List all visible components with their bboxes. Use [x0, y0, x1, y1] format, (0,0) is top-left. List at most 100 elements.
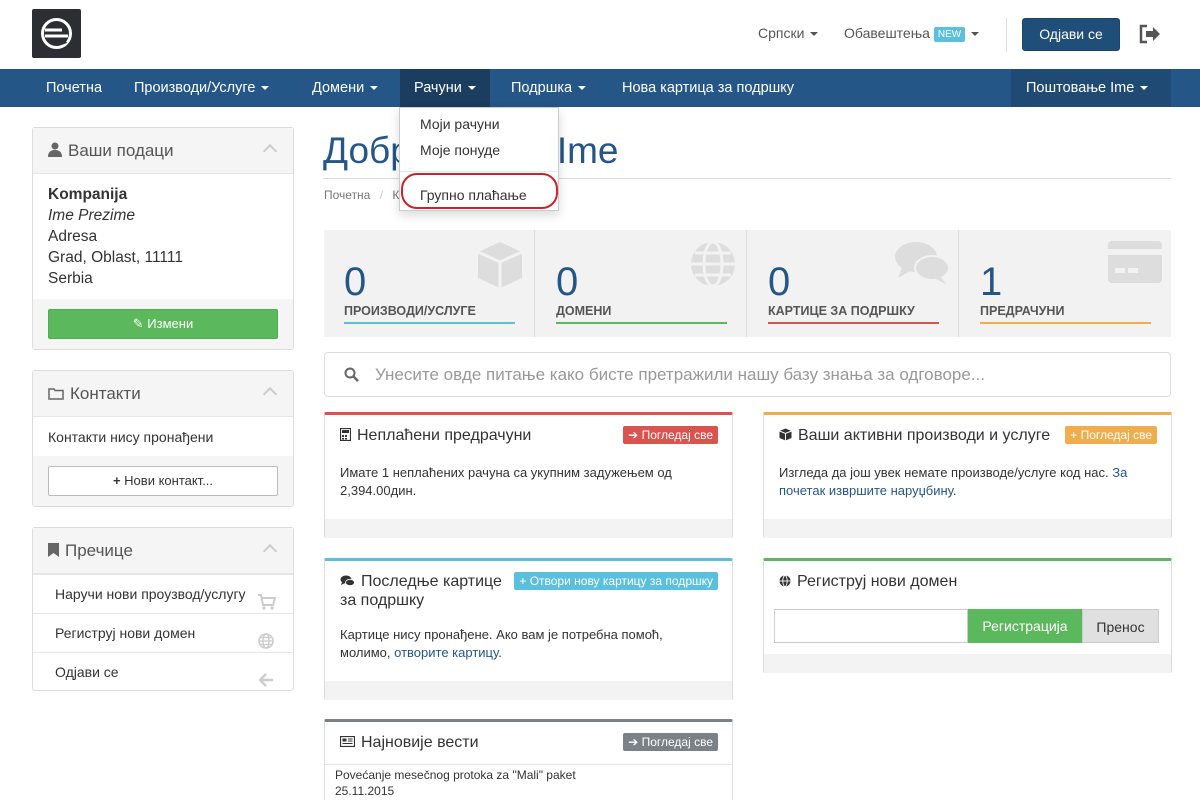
domain-transfer-button[interactable]: Пренос [1082, 609, 1159, 643]
domain-register-button[interactable]: Регистрација [968, 609, 1082, 643]
notifications-menu[interactable]: Обавештења NEW [844, 25, 980, 42]
stat-tickets-label: КАРТИЦЕ ЗА ПОДРШКУ [768, 304, 915, 318]
chevron-down-icon [1140, 86, 1149, 91]
stat-domains-count: 0 [556, 260, 579, 304]
open-ticket-label: Отвори нову картицу за подршку [529, 574, 713, 588]
sign-out-icon[interactable] [1139, 24, 1161, 44]
language-label: Српски [758, 25, 805, 41]
news-item-title[interactable]: Povećanje mesečnog protoka za "Mali" pak… [335, 768, 576, 782]
your-details-panel: Ваши подаци Kompanija Ime Prezime Adresa… [32, 127, 294, 350]
stats-bar: 0 ПРОИЗВОДИ/УСЛУГЕ 0 ДОМЕНИ 0 КАРТИЦЕ ЗА… [324, 230, 1171, 337]
news-item-date: 25.11.2015 [335, 784, 395, 798]
nav-products-label: Производи/Услуге [134, 80, 256, 96]
nav-products[interactable]: Производи/Услуге [120, 69, 283, 107]
new-contact-button[interactable]: + Нови контакт... [48, 466, 278, 496]
domain-input[interactable] [774, 609, 968, 643]
nav-home[interactable]: Почетна [32, 69, 116, 107]
breadcrumb-home[interactable]: Почетна [324, 188, 370, 202]
shortcut-register-domain[interactable]: Региструј нови домен [33, 613, 293, 652]
edit-details-button[interactable]: ✎ Измени [48, 309, 278, 339]
user-icon [48, 129, 62, 175]
news-divider [325, 764, 732, 765]
recent-tickets-title: Последње картице за подршку [340, 573, 502, 610]
chevron-up-icon[interactable] [262, 386, 278, 402]
view-all-products-button[interactable]: + Погледај све [1065, 426, 1157, 444]
knowledgebase-search [324, 352, 1171, 397]
nav-support[interactable]: Подршка [497, 69, 600, 107]
comments-icon [340, 574, 355, 592]
main-navbar: Почетна Производи/Услуге Домени Рачуни П… [0, 69, 1200, 107]
stat-services[interactable]: 0 ПРОИЗВОДИ/УСЛУГЕ [324, 230, 535, 337]
search-input[interactable] [375, 353, 1155, 396]
recent-tickets-footer [325, 681, 732, 700]
account-menu[interactable]: Поштовање Ime [1011, 69, 1171, 107]
active-products-message: Изгледа да још увек немате производе/усл… [779, 465, 1109, 480]
contacts-panel: Контакти Контакти нису пронађени + Нови … [32, 370, 294, 507]
stat-invoices[interactable]: 1 ПРЕДРАЧУНИ [960, 230, 1171, 337]
your-details-header[interactable]: Ваши подаци [33, 128, 293, 174]
stat-tickets[interactable]: 0 КАРТИЦЕ ЗА ПОДРШКУ [748, 230, 959, 337]
account-greeting: Поштовање Ime [1026, 80, 1135, 96]
folder-icon [48, 372, 64, 418]
highlight-ring [401, 173, 558, 209]
cube-icon [476, 240, 524, 295]
stat-domains-underline [556, 322, 727, 324]
plus-icon: + [112, 473, 121, 488]
arrow-left-icon [258, 664, 276, 687]
logout-button[interactable]: Одјави се [1022, 18, 1120, 51]
shortcuts-header[interactable]: Пречице [33, 528, 293, 574]
chevron-down-icon [467, 86, 476, 91]
stat-invoices-count: 1 [980, 260, 1003, 304]
nav-billing[interactable]: Рачуни [400, 69, 490, 107]
unpaid-invoices-text: Имате 1 неплаћених рачуна са укупним зад… [340, 465, 672, 498]
breadcrumb: Почетна / К [324, 188, 399, 202]
view-all-news-button[interactable]: ➔ Погледај све [623, 733, 718, 751]
stat-domains[interactable]: 0 ДОМЕНИ [536, 230, 747, 337]
stat-services-label: ПРОИЗВОДИ/УСЛУГЕ [344, 304, 476, 318]
open-ticket-link[interactable]: отворите картицу [394, 645, 498, 660]
active-products-footer [764, 519, 1171, 538]
chevron-up-icon[interactable] [262, 143, 278, 159]
view-all-products-label: Погледај све [1080, 428, 1152, 442]
page-title-start: Добр [323, 130, 411, 171]
latest-news-title-text: Најновије вести [361, 734, 479, 751]
shortcut-register-label: Региструј нови домен [55, 625, 196, 641]
nav-domains[interactable]: Домени [298, 69, 392, 107]
open-ticket-button[interactable]: + Отвори нову картицу за подршку [514, 572, 718, 590]
shortcuts-title: Пречице [65, 541, 133, 560]
view-all-invoices-button[interactable]: ➔ Погледај све [623, 426, 718, 444]
stat-services-count: 0 [344, 260, 367, 304]
register-domain-footer [764, 654, 1171, 673]
stat-invoices-underline [980, 322, 1151, 324]
new-badge: NEW [933, 26, 966, 42]
unpaid-invoices-title: Неплаћени предрачуни [339, 427, 531, 446]
stat-domains-label: ДОМЕНИ [556, 304, 612, 318]
active-products-title: Ваши активни производи и услуге [779, 427, 1050, 446]
newspaper-icon [339, 734, 356, 752]
globe-icon [258, 625, 276, 649]
notifications-label: Обавештења [844, 25, 930, 41]
contacts-header[interactable]: Контакти [33, 371, 293, 417]
shortcut-logout[interactable]: Одјави се [33, 652, 293, 691]
nav-new-ticket[interactable]: Нова картица за подршку [608, 69, 808, 107]
cube-icon [779, 428, 792, 446]
contacts-footer: + Нови контакт... [33, 456, 293, 506]
register-domain-title-text: Региструј нови домен [797, 573, 958, 590]
country-line: Serbia [48, 270, 93, 287]
recent-tickets-text: Картице нису пронађене. Ако вам је потре… [340, 626, 710, 662]
arrow-right-icon: ➔ [628, 428, 639, 442]
active-products-text: Изгледа да још увек немате производе/усл… [779, 464, 1159, 500]
language-selector[interactable]: Српски [758, 25, 819, 41]
dropdown-my-quotes[interactable]: Моје понуде [420, 142, 500, 158]
shortcut-order[interactable]: Наручи нови проузвод/услугу [33, 574, 293, 613]
plus-icon: + [1070, 428, 1078, 442]
breadcrumb-separator: / [379, 188, 384, 202]
calculator-icon [339, 427, 352, 446]
details-footer: ✎ Измени [33, 299, 293, 349]
chevron-up-icon[interactable] [262, 543, 278, 559]
recent-tickets-title-line1: Последње картице [361, 573, 502, 590]
register-domain-card: Региструј нови домен Регистрација Пренос [763, 558, 1172, 673]
nav-new-ticket-label: Нова картица за подршку [622, 80, 795, 96]
company-logo[interactable] [32, 9, 81, 58]
dropdown-my-invoices[interactable]: Моји рачуни [420, 116, 500, 132]
